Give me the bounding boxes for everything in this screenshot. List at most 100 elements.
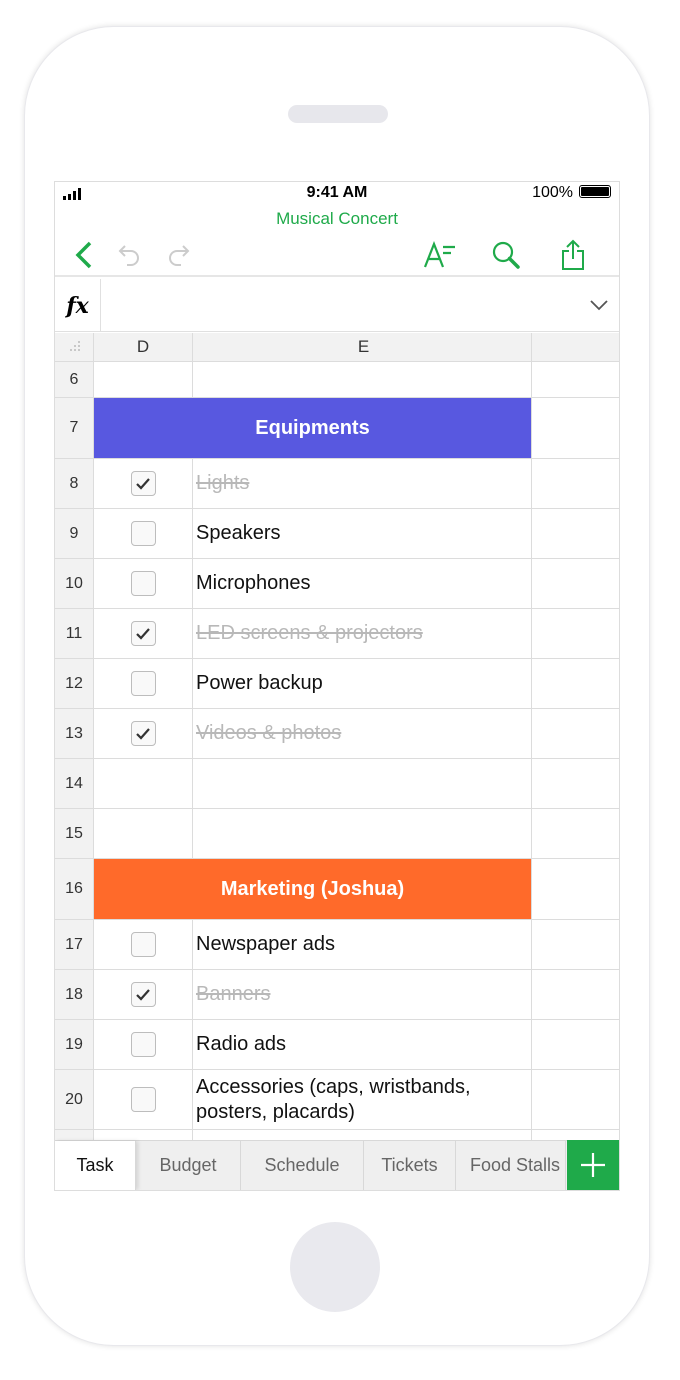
task-cell[interactable]: Accessories (caps, wristbands, posters, …: [193, 1070, 532, 1129]
task-cell[interactable]: Radio ads: [193, 1020, 532, 1069]
task-cell[interactable]: [193, 809, 532, 858]
checkbox-cell[interactable]: [94, 609, 193, 658]
checkbox-cell[interactable]: [94, 759, 193, 808]
checkbox-cell[interactable]: [94, 1020, 193, 1069]
row-number[interactable]: 16: [55, 859, 94, 919]
task-cell[interactable]: Lights: [193, 459, 532, 508]
empty-cell[interactable]: [532, 1070, 619, 1129]
empty-cell[interactable]: [532, 459, 619, 508]
checkmark-icon: [136, 988, 150, 1001]
formula-input[interactable]: [105, 279, 579, 332]
task-cell[interactable]: Videos & photos: [193, 709, 532, 758]
empty-cell[interactable]: [532, 709, 619, 758]
empty-cell[interactable]: [532, 759, 619, 808]
task-cell[interactable]: Newspaper ads: [193, 920, 532, 969]
checkbox-cell[interactable]: [94, 459, 193, 508]
task-cell[interactable]: Microphones: [193, 559, 532, 608]
checkbox[interactable]: [130, 621, 156, 646]
empty-cell[interactable]: [532, 920, 619, 969]
row-number[interactable]: 13: [55, 709, 94, 758]
back-button[interactable]: [67, 238, 101, 272]
checkbox[interactable]: [130, 1087, 156, 1112]
row-number[interactable]: [55, 1130, 94, 1140]
row-number[interactable]: 17: [55, 920, 94, 969]
empty-cell[interactable]: [532, 559, 619, 608]
empty-cell[interactable]: [532, 509, 619, 558]
checkbox-cell[interactable]: [94, 809, 193, 858]
row-number[interactable]: 10: [55, 559, 94, 608]
row-number[interactable]: 7: [55, 398, 94, 458]
row-number[interactable]: 11: [55, 609, 94, 658]
row-number[interactable]: 20: [55, 1070, 94, 1129]
empty-cell[interactable]: [532, 970, 619, 1019]
format-button[interactable]: [423, 238, 457, 272]
checkbox-cell[interactable]: [94, 709, 193, 758]
row-number[interactable]: 14: [55, 759, 94, 808]
row-number[interactable]: 8: [55, 459, 94, 508]
checkbox-cell[interactable]: [94, 1070, 193, 1129]
column-header-e[interactable]: E: [193, 333, 532, 361]
task-cell[interactable]: Speakers: [193, 509, 532, 558]
home-button[interactable]: [290, 1222, 380, 1312]
checkbox-cell[interactable]: [94, 559, 193, 608]
screen: 9:41 AM 100% Musical Concert fx D E 6 7 Eq…: [54, 181, 620, 1191]
document-title: Musical Concert: [276, 209, 398, 228]
sheet-tab[interactable]: Task: [55, 1141, 136, 1190]
corner-grip-icon: [70, 341, 80, 351]
empty-cell[interactable]: [532, 809, 619, 858]
column-header-f[interactable]: [532, 333, 619, 361]
chevron-down-icon[interactable]: [589, 295, 609, 315]
sheet-tab[interactable]: Food Stalls: [456, 1141, 566, 1190]
spreadsheet-grid[interactable]: D E 6 7 Equipments 8 Lights 9 Speakers 10 Microp…: [55, 333, 619, 1140]
section-header-cell[interactable]: Marketing (Joshua): [94, 859, 532, 919]
empty-cell[interactable]: [532, 609, 619, 658]
row-number[interactable]: 19: [55, 1020, 94, 1069]
formula-bar[interactable]: fx: [55, 279, 619, 332]
share-button[interactable]: [556, 238, 590, 272]
row-number[interactable]: 6: [55, 362, 94, 397]
table-row: 20 Accessories (caps, wristbands, posters…: [55, 1070, 619, 1130]
section-header-cell[interactable]: Equipments: [94, 398, 532, 458]
checkbox-cell[interactable]: [94, 1130, 193, 1140]
checkbox-cell[interactable]: [94, 970, 193, 1019]
checkbox[interactable]: [130, 932, 156, 957]
select-all-corner[interactable]: [55, 333, 94, 361]
row-number[interactable]: 15: [55, 809, 94, 858]
phone-speaker: [288, 105, 388, 123]
undo-button[interactable]: [113, 238, 147, 272]
checkbox[interactable]: [130, 571, 156, 596]
task-cell[interactable]: Banners: [193, 970, 532, 1019]
task-cell[interactable]: [193, 362, 532, 397]
empty-cell[interactable]: [532, 659, 619, 708]
checkbox-cell[interactable]: [94, 362, 193, 397]
checkbox-cell[interactable]: [94, 659, 193, 708]
checkbox-cell[interactable]: [94, 920, 193, 969]
checkbox[interactable]: [130, 982, 156, 1007]
task-cell[interactable]: LED screens & projectors: [193, 609, 532, 658]
task-cell[interactable]: [193, 759, 532, 808]
sheet-tab[interactable]: Budget: [136, 1141, 241, 1190]
checkbox[interactable]: [130, 671, 156, 696]
empty-cell[interactable]: [532, 1020, 619, 1069]
sheet-tab[interactable]: Tickets: [364, 1141, 456, 1190]
search-button[interactable]: [489, 238, 523, 272]
empty-cell[interactable]: [532, 398, 619, 458]
checkbox[interactable]: [130, 721, 156, 746]
add-sheet-button[interactable]: [567, 1140, 619, 1190]
checkbox-cell[interactable]: [94, 509, 193, 558]
empty-cell[interactable]: [532, 362, 619, 397]
empty-cell[interactable]: [532, 1130, 619, 1140]
row-number[interactable]: 12: [55, 659, 94, 708]
checkbox[interactable]: [130, 471, 156, 496]
redo-button[interactable]: [161, 238, 195, 272]
checkbox[interactable]: [130, 521, 156, 546]
column-header-d[interactable]: D: [94, 333, 193, 361]
row-number[interactable]: 9: [55, 509, 94, 558]
checkmark-icon: [136, 477, 150, 490]
task-cell[interactable]: Power backup: [193, 659, 532, 708]
row-number[interactable]: 18: [55, 970, 94, 1019]
sheet-tab[interactable]: Schedule: [241, 1141, 364, 1190]
empty-cell[interactable]: [532, 859, 619, 919]
task-cell[interactable]: [193, 1130, 532, 1140]
checkbox[interactable]: [130, 1032, 156, 1057]
